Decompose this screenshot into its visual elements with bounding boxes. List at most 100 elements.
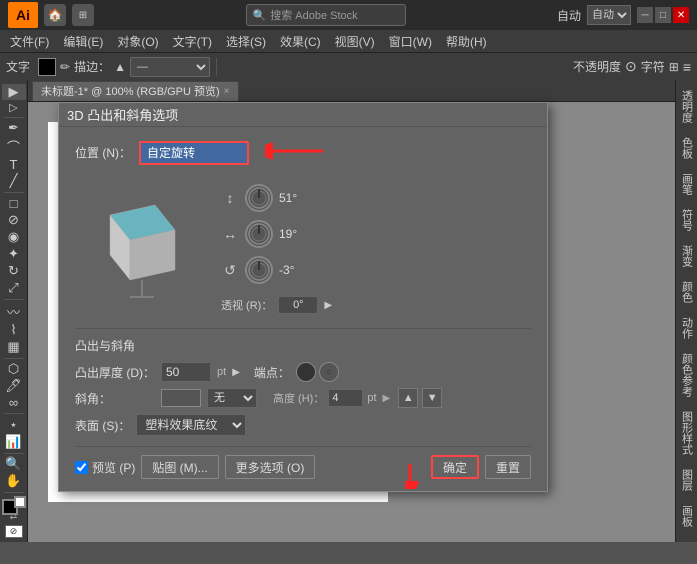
dialog-title: 3D 凸出和斜角选项 — [67, 105, 178, 124]
stroke-select[interactable]: — — [130, 57, 210, 77]
rot-x-icon: ↕ — [221, 190, 239, 206]
stroke-color-box[interactable] — [38, 58, 56, 76]
rot-x-dial[interactable] — [245, 184, 273, 212]
tool-chart[interactable]: 📊 — [2, 434, 26, 450]
tool-shape[interactable]: □ — [2, 196, 26, 211]
tool-direct-select[interactable]: ▷ — [2, 101, 26, 114]
auto-select[interactable]: 自动 — [587, 5, 631, 25]
height-input[interactable] — [328, 389, 363, 407]
tool-warp[interactable]: 〰 — [2, 302, 26, 321]
tool-pen[interactable]: ✒ — [2, 120, 26, 136]
tool-hand[interactable]: ✋ — [2, 473, 26, 489]
panel-layers[interactable]: 图层 — [677, 463, 697, 497]
menu-file[interactable]: 文件(F) — [4, 31, 55, 52]
panel-swatches[interactable]: 色板 — [677, 131, 697, 165]
reset-button[interactable]: 重置 — [485, 455, 531, 479]
tool-rotate[interactable]: ↻ — [2, 263, 26, 279]
panel-transparency[interactable]: 透明度 — [677, 84, 697, 129]
menu-type[interactable]: 文字(T) — [167, 31, 218, 52]
tool-text[interactable]: T — [2, 157, 26, 172]
cap-button-empty[interactable]: ○ — [319, 362, 339, 382]
stroke-icon: ✏ — [60, 60, 70, 74]
position-label: 位置 (N)： — [75, 144, 131, 161]
color-boxes — [2, 499, 26, 508]
perspective-input[interactable] — [278, 296, 318, 314]
height-label: 高度 (H)： — [273, 390, 324, 406]
panel-brushes[interactable]: 画笔 — [677, 167, 697, 201]
tool-curvature[interactable]: ⌒ — [2, 137, 26, 156]
extrude-depth-arrow[interactable]: ▶ — [232, 367, 240, 378]
panel-gradient[interactable]: 渐变 — [677, 239, 697, 273]
character-label: 字符 — [641, 58, 665, 75]
panels-icon[interactable]: ⊞ — [72, 4, 94, 26]
paste-button[interactable]: 贴图 (M)... — [141, 455, 218, 479]
tool-eyedropper[interactable]: 🖊 — [2, 378, 26, 394]
minimize-button[interactable]: ─ — [637, 7, 653, 23]
dialog-title-bar: 3D 凸出和斜角选项 — [59, 103, 547, 127]
background-color[interactable] — [14, 496, 26, 508]
tool-blend[interactable]: ∞ — [2, 395, 26, 410]
panel-color-guide[interactable]: 颜色参考 — [677, 347, 697, 403]
height-btn-down[interactable]: ▼ — [422, 388, 442, 408]
preview-checkbox[interactable] — [75, 461, 88, 474]
tool-line[interactable]: ╱ — [2, 173, 26, 189]
height-row: 高度 (H)： pt ▶ ▲ ▼ — [273, 388, 442, 408]
bevel-select[interactable]: 无 — [207, 388, 257, 408]
section-divider-2 — [75, 446, 531, 447]
bevel-color-swatch — [161, 389, 201, 407]
tool-perspective[interactable]: ⬡ — [2, 361, 26, 377]
preview-checkbox-label[interactable]: 预览 (P) — [75, 459, 135, 476]
menu-view[interactable]: 视图(V) — [329, 31, 381, 52]
cap-buttons: ● ○ — [296, 362, 339, 382]
canvas-area: 未标题-1* @ 100% (RGB/GPU 预览) × 3D 凸出和斜角选项 … — [28, 80, 675, 542]
menu-effect[interactable]: 效果(C) — [274, 31, 327, 52]
extrude-depth-row: 凸出厚度 (D)： pt ▶ 端点： ● ○ — [75, 362, 531, 382]
rot-z-value: -3° — [279, 263, 315, 277]
tool-select[interactable]: ▶ — [2, 84, 26, 100]
panel-color[interactable]: 颜色 — [677, 275, 697, 309]
tool-paint[interactable]: ⊘ — [2, 212, 26, 228]
menu-edit[interactable]: 编辑(E) — [57, 31, 109, 52]
menu-help[interactable]: 帮助(H) — [440, 31, 493, 52]
panel-symbols[interactable]: 符号 — [677, 203, 697, 237]
dialog-body: 位置 (N)： 自定旋转 等角-上方 等角-左方 — [59, 127, 547, 491]
perspective-arrow[interactable]: ▶ — [324, 300, 332, 311]
stroke-up-icon[interactable]: ▲ — [114, 60, 126, 74]
position-select[interactable]: 自定旋转 等角-上方 等角-左方 — [139, 141, 249, 165]
tool-blob[interactable]: ◉ — [2, 229, 26, 245]
tool-symbol[interactable]: ⋆ — [2, 417, 26, 433]
panel-artboards[interactable]: 画板 — [677, 499, 697, 533]
menu-window[interactable]: 窗口(W) — [383, 31, 438, 52]
extrude-depth-input[interactable] — [161, 362, 211, 382]
tool-graph[interactable]: ▦ — [2, 339, 26, 355]
none-color[interactable]: ⊘ — [5, 525, 23, 538]
bevel-label: 斜角： — [75, 390, 155, 407]
tab-close-button[interactable]: × — [224, 86, 230, 97]
cap-button-filled[interactable]: ● — [296, 362, 316, 382]
tool-width[interactable]: ⌇ — [2, 322, 26, 338]
rot-z-dial[interactable] — [245, 256, 273, 284]
height-arrow[interactable]: ▶ — [383, 393, 391, 404]
document-tab[interactable]: 未标题-1* @ 100% (RGB/GPU 预览) × — [32, 81, 239, 101]
rot-z-icon: ↺ — [221, 262, 239, 279]
perspective-label: 透视 (R)： — [221, 297, 272, 313]
home-icon[interactable]: 🏠 — [44, 4, 66, 26]
tool-eraser[interactable]: ✦ — [2, 246, 26, 262]
more-options-button[interactable]: 更多选项 (O) — [225, 455, 316, 479]
surface-label: 表面 (S)： — [75, 417, 130, 434]
dialog-buttons: 预览 (P) 贴图 (M)... 更多选项 (O) — [75, 455, 531, 479]
menu-object[interactable]: 对象(O) — [111, 31, 164, 52]
rot-y-dial[interactable] — [245, 220, 273, 248]
height-btn-up[interactable]: ▲ — [398, 388, 418, 408]
menu-select[interactable]: 选择(S) — [220, 31, 272, 52]
panel-graphic-styles[interactable]: 图形样式 — [677, 405, 697, 461]
ok-arrow-svg — [405, 459, 455, 489]
stroke-label: 描边： — [74, 58, 110, 75]
maximize-button[interactable]: □ — [655, 7, 671, 23]
panel-actions[interactable]: 动作 — [677, 311, 697, 345]
tool-scale[interactable]: ⤢ — [2, 280, 26, 296]
more-icon[interactable]: ≡ — [683, 59, 691, 75]
tool-zoom[interactable]: 🔍 — [2, 456, 26, 472]
surface-select[interactable]: 塑料效果底纹 无底纹 漫射底纹 线框 — [136, 414, 246, 436]
close-button[interactable]: ✕ — [673, 7, 689, 23]
